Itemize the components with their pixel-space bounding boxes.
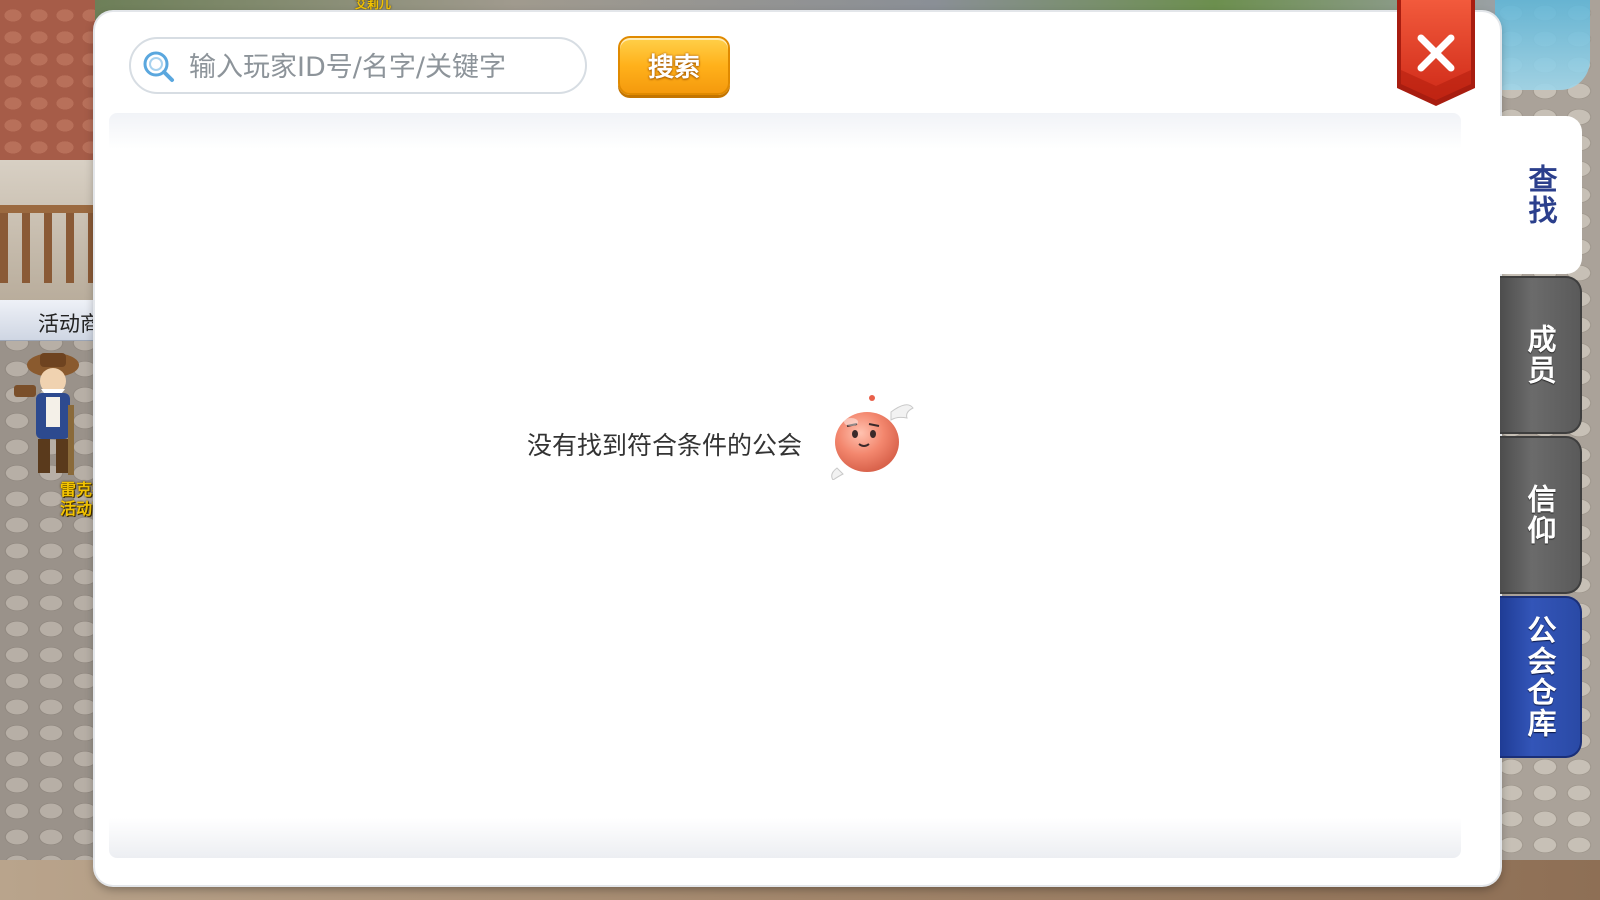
balcony-railing: [0, 205, 100, 283]
tab-search-label: 查找: [1524, 164, 1558, 226]
tab-faith[interactable]: 信仰: [1500, 436, 1582, 594]
tab-members[interactable]: 成员: [1500, 276, 1582, 434]
poring-mascot-icon: [831, 395, 914, 480]
guild-search-panel: 搜索 没有找到符合条件的公会: [95, 12, 1500, 885]
npc-label-text: 活动商: [38, 312, 101, 336]
search-input[interactable]: [187, 47, 571, 87]
empty-results-message: 没有找到符合条件的公会: [527, 431, 803, 460]
npc-top-name[interactable]: 艾莉儿: [355, 0, 391, 12]
tab-faith-label: 信仰: [1523, 484, 1557, 546]
npc-merchant-figure[interactable]: [8, 345, 93, 485]
tab-guild-warehouse-label: 公会仓库: [1523, 615, 1557, 739]
results-footer-strip: [109, 818, 1461, 858]
tab-members-label: 成员: [1523, 324, 1557, 386]
close-button[interactable]: [1393, 0, 1479, 108]
tab-guild-warehouse[interactable]: 公会仓库: [1500, 596, 1582, 758]
search-button[interactable]: 搜索: [618, 36, 730, 95]
search-icon: [143, 51, 174, 82]
npc-label-bar[interactable]: 活动商: [0, 300, 101, 341]
search-field[interactable]: [129, 37, 587, 94]
tab-search[interactable]: 查找: [1500, 116, 1582, 274]
results-header-strip: [109, 113, 1461, 149]
